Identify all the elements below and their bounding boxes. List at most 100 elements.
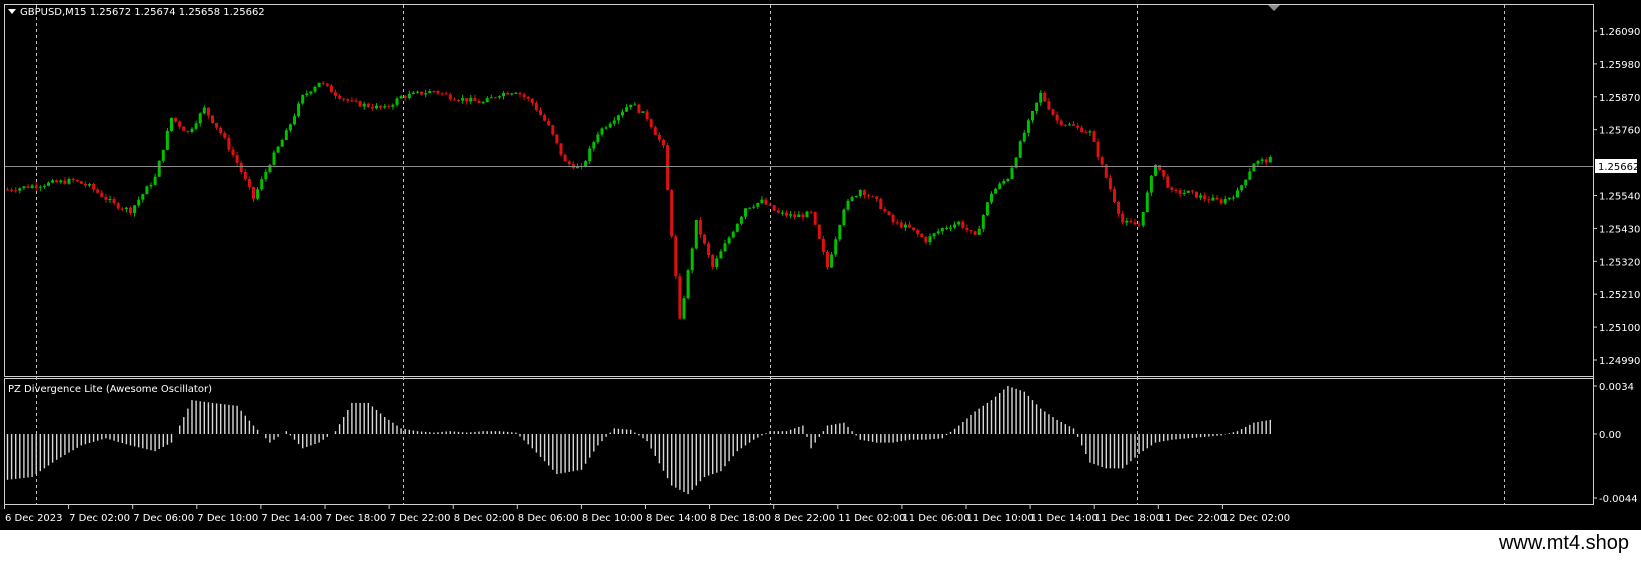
time-tick-label: 7 Dec 06:00 <box>133 513 194 524</box>
candle-body <box>842 209 846 226</box>
candle-body <box>821 238 825 252</box>
candle-body <box>10 189 14 191</box>
candle-body <box>920 233 924 237</box>
candle-body <box>186 130 190 133</box>
footer-bar: www.mt4.shop <box>0 530 1641 561</box>
candle-body <box>235 155 239 163</box>
candle-body <box>59 180 63 183</box>
candle-body <box>194 123 198 129</box>
candle-body <box>448 94 452 100</box>
candle-body <box>457 100 460 102</box>
candle-body <box>1240 185 1244 191</box>
candle-body <box>768 204 772 206</box>
candle-body <box>776 210 780 213</box>
candle-body <box>555 134 559 144</box>
candle-body <box>530 98 534 103</box>
candle-body <box>985 202 989 216</box>
candle-body <box>6 189 9 191</box>
candle-body <box>584 161 588 167</box>
candle-body <box>1108 177 1112 190</box>
candle-body <box>387 106 391 108</box>
candle-body <box>1203 195 1207 200</box>
candle-body <box>170 117 173 131</box>
candle-body <box>1227 197 1231 199</box>
candle-body <box>1195 191 1198 198</box>
candle-body <box>834 239 838 255</box>
candle-body <box>481 102 485 104</box>
candle-body <box>493 97 497 99</box>
candle-body <box>1149 175 1153 193</box>
candle-body <box>588 148 592 162</box>
candle-body <box>452 99 456 101</box>
candle-body <box>1268 157 1272 163</box>
candle-body <box>407 93 411 98</box>
candle-body <box>653 127 657 135</box>
candle-body <box>198 113 202 124</box>
candle-body <box>498 96 501 98</box>
candle-body <box>547 120 551 126</box>
candle-body <box>723 243 727 252</box>
candle-body <box>47 182 50 186</box>
candle-body <box>949 227 952 229</box>
candle-body <box>862 190 866 196</box>
candle-body <box>88 184 91 186</box>
candle-body <box>149 184 153 187</box>
candle-body <box>961 221 965 228</box>
candle-body <box>256 189 260 199</box>
candle-body <box>936 231 940 234</box>
candle-body <box>264 171 268 180</box>
candle-body <box>444 93 448 95</box>
candle-body <box>18 188 22 191</box>
candle-body <box>215 122 219 128</box>
time-tick-label: 11 Dec 02:00 <box>838 513 905 524</box>
candle-body <box>514 92 518 94</box>
candle-body <box>1092 131 1096 142</box>
candle-body <box>395 98 399 105</box>
indicator-tick-label: 0.00 <box>1599 430 1621 441</box>
candle-body <box>260 179 264 190</box>
candle-body <box>711 254 715 267</box>
candle-body <box>112 198 116 204</box>
candle-body <box>965 227 969 231</box>
candle-body <box>350 100 354 102</box>
candle-body <box>211 115 214 123</box>
time-tick-label: 7 Dec 18:00 <box>326 513 387 524</box>
candle-body <box>1047 101 1051 110</box>
candle-body <box>1174 189 1178 191</box>
candle-body <box>748 207 752 209</box>
chart-window[interactable]: 1.26090 1.25980 1.25870 1.25760 1.25540 1.254… <box>0 0 1641 530</box>
candle-body <box>891 214 895 223</box>
candle-body <box>534 102 538 111</box>
candle-body <box>817 224 821 239</box>
candle-body <box>879 198 883 210</box>
candle-body <box>362 103 366 107</box>
price-tick-label: 1.25210 <box>1599 290 1640 301</box>
candle-body <box>567 161 571 165</box>
candle-body <box>42 185 46 187</box>
candle-body <box>1207 199 1211 201</box>
candle-body <box>727 237 731 244</box>
candle-body <box>71 178 75 180</box>
candle-body <box>416 91 419 93</box>
time-tick-label: 6 Dec 2023 <box>5 513 63 524</box>
time-tick-label: 11 Dec 22:00 <box>1159 513 1226 524</box>
candle-body <box>551 125 555 135</box>
candle-body <box>645 111 649 120</box>
candle-body <box>887 211 891 215</box>
candle-body <box>338 95 342 99</box>
candle-body <box>1006 178 1010 182</box>
candle-body <box>924 236 928 243</box>
candle-body <box>1182 192 1186 194</box>
candle-body <box>739 216 743 224</box>
candle-body <box>1264 159 1268 163</box>
candle-body <box>1162 170 1166 177</box>
chart-canvas[interactable]: 1.26090 1.25980 1.25870 1.25760 1.25540 1.254… <box>0 0 1641 530</box>
candle-body <box>526 97 530 99</box>
candle-body <box>899 222 903 228</box>
candle-body <box>854 196 858 198</box>
candle-body <box>793 214 797 217</box>
candle-body <box>1248 171 1252 180</box>
candle-body <box>1170 187 1174 190</box>
candle-body <box>276 146 280 153</box>
candle-body <box>247 178 251 187</box>
